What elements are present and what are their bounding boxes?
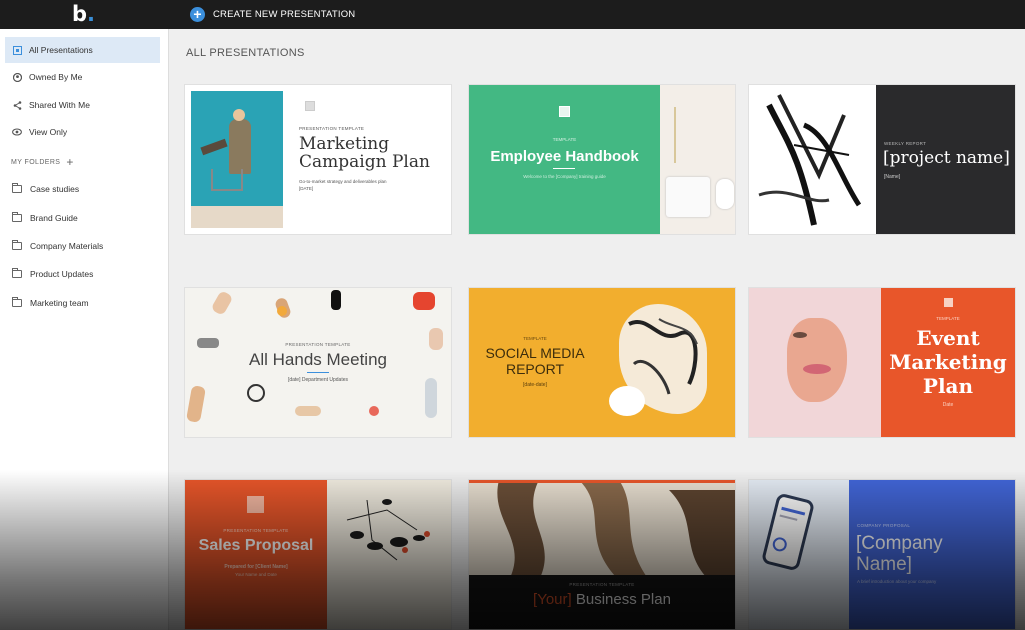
presentation-card-company-name[interactable]: COMPANY PROPOSAL [Company Name] A brief … [749,480,1015,629]
card-eyebrow: TEMPLATE [523,336,547,341]
logo-letter: b [72,2,88,26]
presentation-card-project-name[interactable]: WEEKLY REPORT [project name] [Name] [749,85,1015,234]
folder-label: Company Materials [30,241,104,251]
card-eyebrow: WEEKLY REPORT [884,141,927,146]
presentation-card-event-marketing[interactable]: TEMPLATE Event Marketing Plan Date [749,288,1015,437]
card-title-line2: Marketing [889,350,1007,374]
phone-photo [749,480,849,629]
presentation-card-marketing-campaign[interactable]: PRESENTATION TEMPLATE Marketing Campaign… [185,85,451,234]
sidebar-item-view-only[interactable]: View Only [5,119,160,145]
folder-icon [12,212,22,222]
card-subtitle: A brief introduction about your company [857,579,937,584]
card-subtitle: [date] Department Updates [287,377,349,383]
sidebar-item-all-presentations[interactable]: All Presentations [5,37,160,63]
card-date: [DATE] [299,186,314,191]
presentation-icon [12,45,22,55]
card-subtitle: [date-date] [523,382,547,388]
card-title: All Hands Meeting [249,350,387,369]
app-logo[interactable]: b. [72,3,95,25]
logo-dot: . [87,2,96,26]
folder-icon [12,183,22,193]
card-subtitle: [Name] [884,174,901,180]
card-eyebrow: PRESENTATION TEMPLATE [299,126,365,131]
card-eyebrow: PRESENTATION TEMPLATE [569,582,635,587]
logo-placeholder-icon [305,101,315,111]
presentation-card-employee-handbook[interactable]: TEMPLATE Employee Handbook Welcome to th… [469,85,735,234]
folders-heading: MY FOLDERS + [11,155,74,169]
card-eyebrow: COMPANY PROPOSAL [857,523,911,528]
folder-item-product-updates[interactable]: Product Updates [5,261,160,287]
page-title: ALL PRESENTATIONS [186,47,305,59]
card-eyebrow: TEMPLATE [936,316,960,321]
sidebar-item-label: Shared With Me [29,100,90,110]
sidebar: All Presentations Owned By Me Shared Wit… [0,29,169,630]
folders-heading-label: MY FOLDERS [11,158,61,166]
logo-placeholder-icon [944,298,953,307]
presentation-card-sales-proposal[interactable]: PRESENTATION TEMPLATE Sales Proposal Pre… [185,480,451,629]
sidebar-item-owned-by-me[interactable]: Owned By Me [5,64,160,90]
card-subtitle: Go-to-market strategy and deliverables p… [299,179,387,184]
eye-icon [12,127,22,137]
card-subtitle: Date [942,402,954,408]
card-subtitle: Welcome to the [Company] training guide [523,174,606,179]
folder-icon [12,297,22,307]
add-folder-icon[interactable]: + [66,155,73,169]
card-title-accent: [Your] [533,591,572,608]
card-title-line1: [Company [856,533,943,554]
card-title-line2: Campaign Plan [299,152,430,172]
presentation-card-business-plan[interactable]: PRESENTATION TEMPLATE [Your] Business Pl… [469,480,735,629]
mobile-art-image [327,480,451,629]
ink-art-image [749,85,876,234]
presentation-card-social-media-report[interactable]: TEMPLATE SOCIAL MEDIA REPORT [date-date] [469,288,735,437]
face-photo [749,288,881,437]
sidebar-item-label: View Only [29,127,68,137]
logo-placeholder-icon [559,106,570,117]
folder-item-company-materials[interactable]: Company Materials [5,233,160,259]
sidebar-item-label: Owned By Me [29,72,83,82]
folder-label: Marketing team [30,298,89,308]
card-title: [Your] Business Plan [469,591,735,608]
folder-label: Case studies [30,184,80,194]
logo-placeholder-icon [247,496,264,513]
top-bar: b. + CREATE NEW PRESENTATION [0,0,1025,29]
plus-icon: + [190,7,205,22]
create-presentation-button[interactable]: + CREATE NEW PRESENTATION [190,6,355,23]
card-note: Your Name and Date [235,572,277,577]
card-title: [project name] [883,148,1010,168]
folder-label: Product Updates [30,269,94,279]
folder-item-marketing-team[interactable]: Marketing team [5,290,160,316]
card-subtitle: Prepared for [Client Name] [224,564,288,570]
card-title-line1: SOCIAL MEDIA [485,345,585,361]
card-title-line2: Name] [856,554,912,575]
user-icon [12,72,22,82]
card-title-line1: Event [916,326,980,350]
card-title: Employee Handbook [490,148,639,165]
create-presentation-label: CREATE NEW PRESENTATION [213,9,356,20]
folder-item-brand-guide[interactable]: Brand Guide [5,205,160,231]
folder-item-case-studies[interactable]: Case studies [5,176,160,202]
card-eyebrow: PRESENTATION TEMPLATE [285,342,351,347]
sidebar-item-label: All Presentations [29,45,93,55]
desk-photo [660,85,735,234]
folder-icon [12,240,22,250]
card-title-line2: REPORT [505,361,565,377]
card-title: Sales Proposal [198,537,314,554]
sidebar-item-shared-with-me[interactable]: Shared With Me [5,92,160,118]
card-title-line1: Marketing [299,134,390,154]
presentation-card-all-hands[interactable]: PRESENTATION TEMPLATE All Hands Meeting … [185,288,451,437]
card-title-rest: Business Plan [571,591,671,608]
share-icon [12,100,22,110]
folder-label: Brand Guide [30,213,78,223]
card-title-line3: Plan [922,374,974,398]
card-eyebrow: TEMPLATE [552,137,577,142]
thumbnail-photo [191,91,283,228]
folder-icon [12,268,22,278]
card-eyebrow: PRESENTATION TEMPLATE [223,528,289,533]
